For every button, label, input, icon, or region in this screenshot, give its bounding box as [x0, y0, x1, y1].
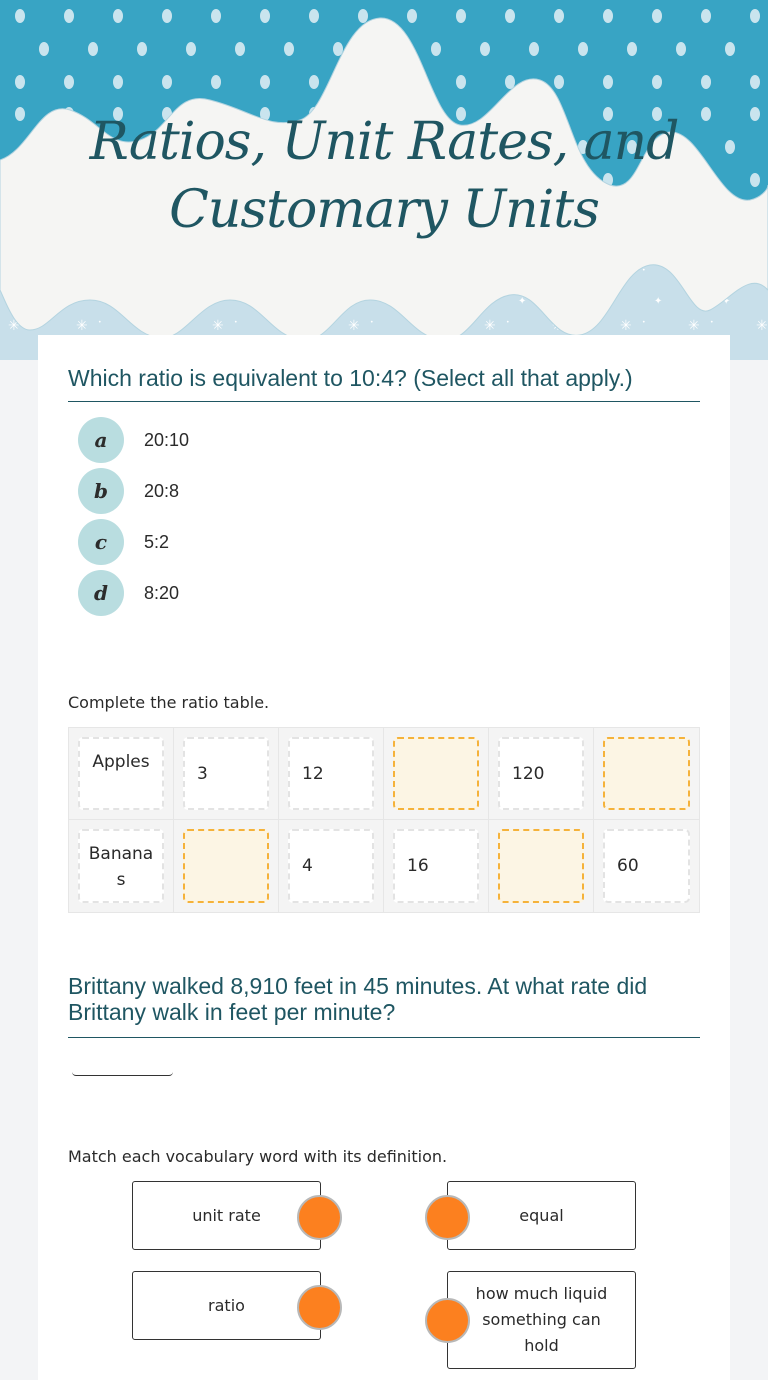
table-cell: 4 — [279, 820, 384, 912]
worksheet-sheet: Which ratio is equivalent to 10:4? (Sele… — [38, 335, 730, 1380]
option-text: 8:20 — [144, 582, 180, 603]
match-connector-dot[interactable] — [425, 1298, 470, 1343]
option-text: 5:2 — [144, 531, 170, 552]
table-cell — [174, 820, 279, 912]
match-definition-liquid[interactable]: how much liquid something can hold — [447, 1271, 636, 1369]
table-cell — [489, 820, 594, 912]
row-label-bananas: Bananas — [78, 829, 164, 903]
option-c[interactable]: c 5:2 — [78, 519, 169, 565]
option-text: 20:8 — [144, 480, 180, 501]
row-label-apples: Apples — [78, 737, 164, 810]
given-value: 12 — [288, 737, 374, 810]
option-a[interactable]: a 20:10 — [78, 417, 189, 463]
worksheet-title: Ratios, Unit Rates, and Customary Units — [0, 108, 768, 244]
answer-input[interactable] — [72, 1068, 173, 1076]
question-2-prompt: Complete the ratio table. — [68, 693, 270, 712]
given-value: 4 — [288, 829, 374, 903]
option-b[interactable]: b 20:8 — [78, 468, 179, 514]
match-connector-dot[interactable] — [297, 1195, 342, 1240]
match-definition-equal[interactable]: equal — [447, 1181, 636, 1250]
match-connector-dot[interactable] — [297, 1285, 342, 1330]
table-cell — [594, 728, 699, 820]
table-cell: 12 — [279, 728, 384, 820]
given-value: 60 — [603, 829, 690, 903]
worksheet-header: ✳ ✦ • Ratios, Unit Rates, and Customary … — [0, 0, 768, 360]
table-cell: 60 — [594, 820, 699, 912]
option-letter-bubble[interactable]: d — [78, 570, 124, 616]
match-connector-dot[interactable] — [425, 1195, 470, 1240]
question-1-prompt: Which ratio is equivalent to 10:4? (Sele… — [68, 365, 700, 402]
table-cell: 16 — [384, 820, 489, 912]
table-cell — [384, 728, 489, 820]
question-4-prompt: Match each vocabulary word with its defi… — [68, 1147, 448, 1166]
option-text: 20:10 — [144, 429, 190, 450]
given-value: 3 — [183, 737, 269, 810]
table-cell: Apples — [69, 728, 174, 820]
given-value: 120 — [498, 737, 584, 810]
match-term-ratio[interactable]: ratio — [132, 1271, 321, 1340]
table-cell: 120 — [489, 728, 594, 820]
answer-input[interactable] — [393, 737, 479, 810]
given-value: 16 — [393, 829, 479, 903]
option-letter-bubble[interactable]: c — [78, 519, 124, 565]
table-cell: 3 — [174, 728, 279, 820]
answer-input[interactable] — [183, 829, 269, 903]
option-d[interactable]: d 8:20 — [78, 570, 179, 616]
answer-input[interactable] — [498, 829, 584, 903]
answer-input[interactable] — [603, 737, 690, 810]
title-line-2: Customary Units — [169, 180, 600, 240]
question-3-prompt: Brittany walked 8,910 feet in 45 minutes… — [68, 973, 700, 1038]
match-term-unit-rate[interactable]: unit rate — [132, 1181, 321, 1250]
option-letter-bubble[interactable]: a — [78, 417, 124, 463]
title-line-1: Ratios, Unit Rates, and — [89, 112, 680, 172]
ratio-table: Apples 3 12 120 Bananas 4 16 60 — [68, 727, 700, 913]
table-cell: Bananas — [69, 820, 174, 912]
option-letter-bubble[interactable]: b — [78, 468, 124, 514]
